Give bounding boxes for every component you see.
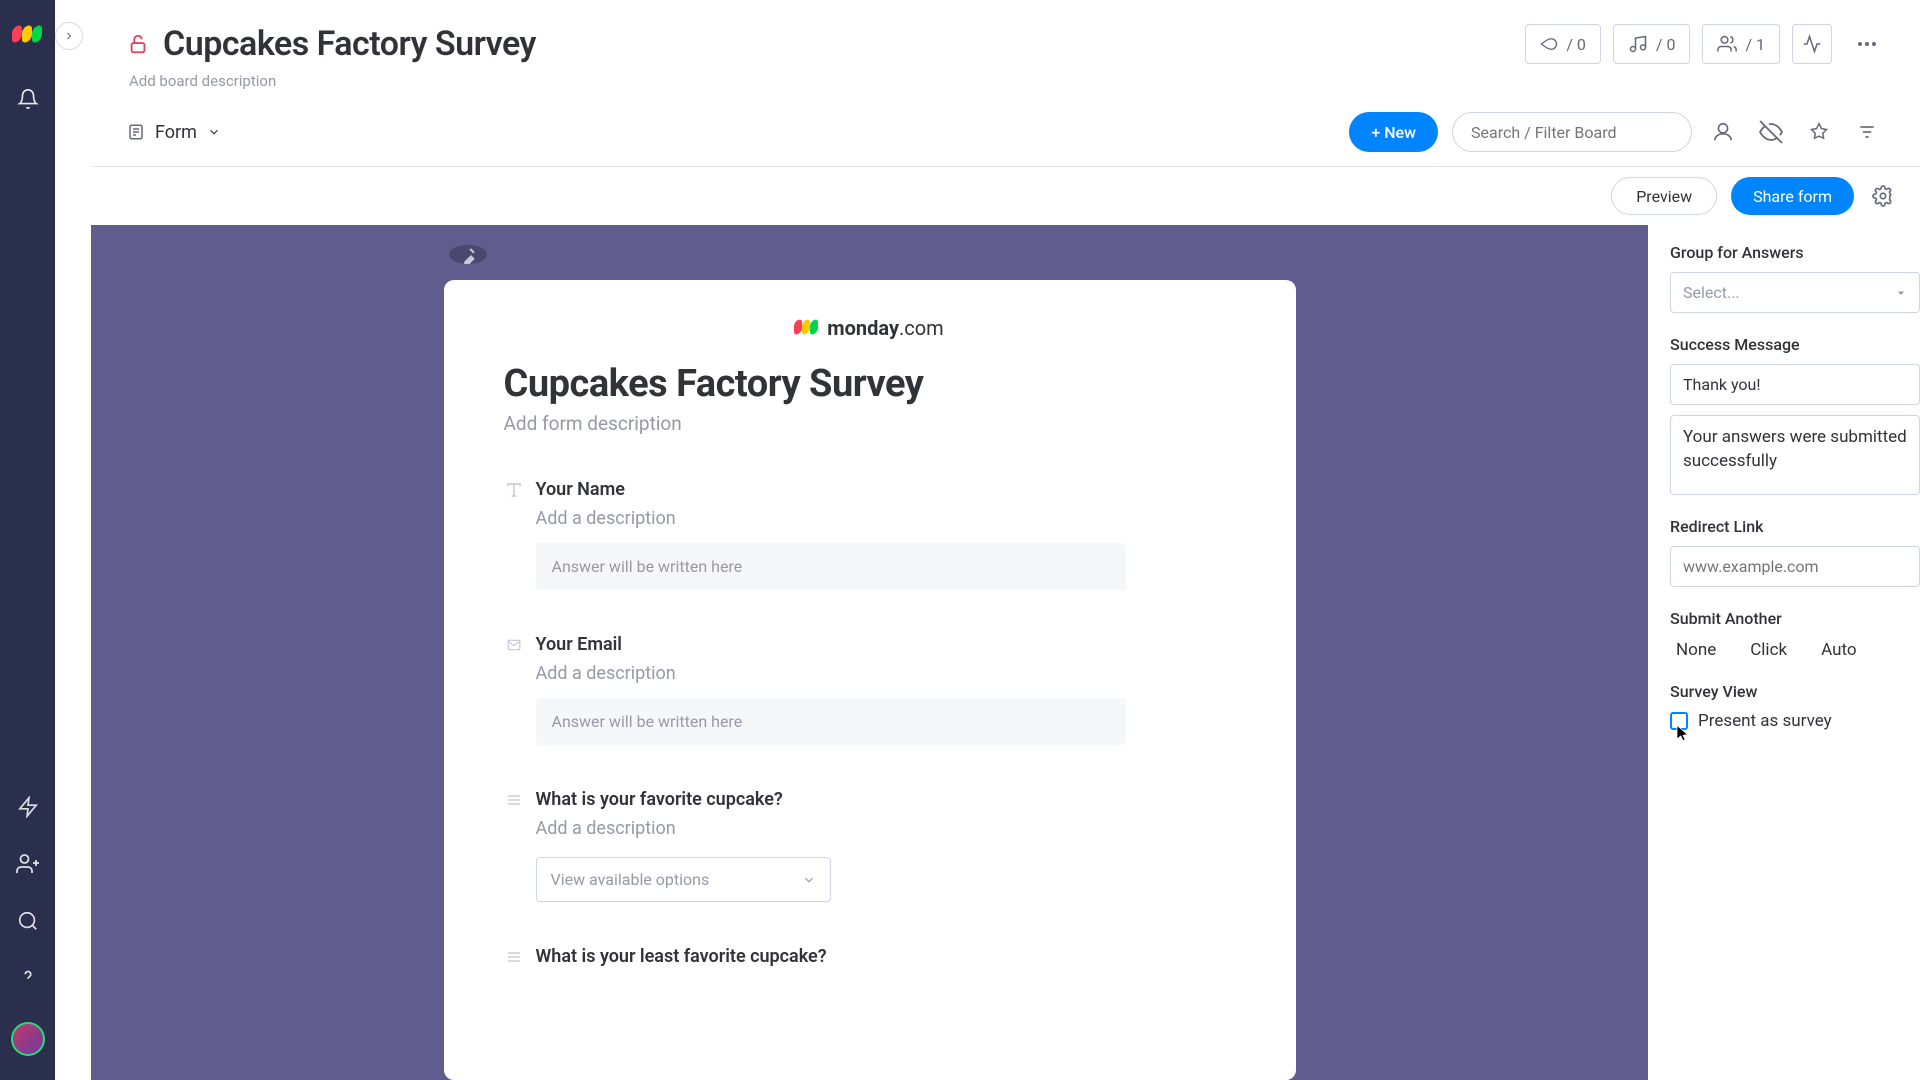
- new-button[interactable]: + New: [1349, 112, 1438, 152]
- automations-pill[interactable]: / 0: [1525, 24, 1601, 64]
- share-form-button[interactable]: Share form: [1731, 177, 1854, 215]
- user-avatar[interactable]: [11, 1022, 45, 1056]
- question-description[interactable]: Add a description: [504, 818, 1236, 839]
- redirect-link-label: Redirect Link: [1670, 517, 1920, 536]
- members-pill[interactable]: / 1: [1702, 24, 1780, 64]
- view-selector[interactable]: Form: [127, 122, 221, 143]
- left-rail: [0, 0, 55, 1080]
- filter-icon[interactable]: [1850, 115, 1884, 149]
- present-as-survey-label: Present as survey: [1698, 711, 1832, 731]
- bolt-icon[interactable]: [17, 796, 39, 818]
- question-description[interactable]: Add a description: [504, 663, 1236, 684]
- dropdown-field[interactable]: View available options: [536, 857, 831, 902]
- answer-placeholder: Answer will be written here: [536, 698, 1126, 745]
- success-message-label: Success Message: [1670, 335, 1920, 354]
- board-title[interactable]: Cupcakes Factory Survey: [163, 24, 536, 64]
- form-settings-icon[interactable]: [1868, 181, 1898, 211]
- view-bar: Form + New: [91, 90, 1920, 167]
- form-logo: monday.com: [504, 316, 1236, 340]
- submit-option-click[interactable]: Click: [1750, 640, 1787, 660]
- question-description[interactable]: Add a description: [504, 508, 1236, 529]
- answer-placeholder: Answer will be written here: [536, 543, 1126, 590]
- board-header: Cupcakes Factory Survey / 0 / 0 / 1: [91, 0, 1920, 90]
- text-type-icon: [504, 481, 524, 499]
- form-view-icon: [127, 123, 145, 141]
- help-icon[interactable]: [17, 966, 39, 988]
- invite-icon[interactable]: [16, 852, 40, 876]
- question-block[interactable]: Your Email Add a description Answer will…: [504, 634, 1236, 745]
- form-title[interactable]: Cupcakes Factory Survey: [504, 362, 1236, 406]
- question-title: What is your least favorite cupcake?: [536, 946, 827, 967]
- submit-option-none[interactable]: None: [1676, 640, 1716, 660]
- search-filter-input[interactable]: [1452, 112, 1692, 152]
- survey-view-label: Survey View: [1670, 682, 1920, 701]
- question-block[interactable]: What is your favorite cupcake? Add a des…: [504, 789, 1236, 902]
- chevron-down-icon: [207, 125, 221, 139]
- monday-logo-icon: [14, 24, 42, 46]
- form-card: monday.com Cupcakes Factory Survey Add f…: [444, 280, 1296, 1080]
- board-description[interactable]: Add board description: [127, 72, 1884, 90]
- privacy-lock-icon[interactable]: [127, 33, 149, 55]
- expand-sidebar-button[interactable]: [55, 22, 83, 50]
- view-name: Form: [155, 122, 197, 143]
- person-filter-icon[interactable]: [1706, 115, 1740, 149]
- dropdown-type-icon: [504, 792, 524, 808]
- search-icon[interactable]: [17, 910, 39, 932]
- submit-option-auto[interactable]: Auto: [1821, 640, 1856, 660]
- question-title: What is your favorite cupcake?: [536, 789, 783, 810]
- form-action-bar: Preview Share form: [91, 167, 1920, 225]
- integrations-pill[interactable]: / 0: [1613, 24, 1691, 64]
- theme-color-button[interactable]: [449, 245, 487, 264]
- more-options-button[interactable]: [1850, 27, 1884, 61]
- form-canvas: monday.com Cupcakes Factory Survey Add f…: [91, 225, 1648, 1080]
- form-description[interactable]: Add form description: [504, 412, 1236, 435]
- dropdown-type-icon: [504, 949, 524, 965]
- chevron-down-icon: [802, 873, 816, 887]
- redirect-link-input[interactable]: [1670, 546, 1920, 587]
- bell-icon[interactable]: [17, 88, 39, 110]
- success-body-input[interactable]: Your answers were submitted successfully: [1670, 415, 1920, 495]
- group-answers-select[interactable]: Select...: [1670, 272, 1920, 313]
- caret-down-icon: [1895, 287, 1907, 299]
- success-title-input[interactable]: Thank you!: [1670, 364, 1920, 405]
- question-block[interactable]: What is your least favorite cupcake?: [504, 946, 1236, 967]
- submit-another-options: None Click Auto: [1670, 640, 1920, 660]
- activity-log-button[interactable]: [1792, 24, 1832, 64]
- hide-columns-icon[interactable]: [1754, 115, 1788, 149]
- present-as-survey-checkbox[interactable]: [1670, 712, 1688, 730]
- email-type-icon: [504, 638, 524, 652]
- group-answers-label: Group for Answers: [1670, 243, 1920, 262]
- question-block[interactable]: Your Name Add a description Answer will …: [504, 479, 1236, 590]
- cursor-icon: [1674, 724, 1692, 742]
- question-title: Your Name: [536, 479, 625, 500]
- submit-another-label: Submit Another: [1670, 609, 1920, 628]
- pin-icon[interactable]: [1802, 115, 1836, 149]
- question-title: Your Email: [536, 634, 622, 655]
- preview-button[interactable]: Preview: [1611, 177, 1717, 215]
- settings-panel: Group for Answers Select... Success Mess…: [1648, 225, 1920, 1080]
